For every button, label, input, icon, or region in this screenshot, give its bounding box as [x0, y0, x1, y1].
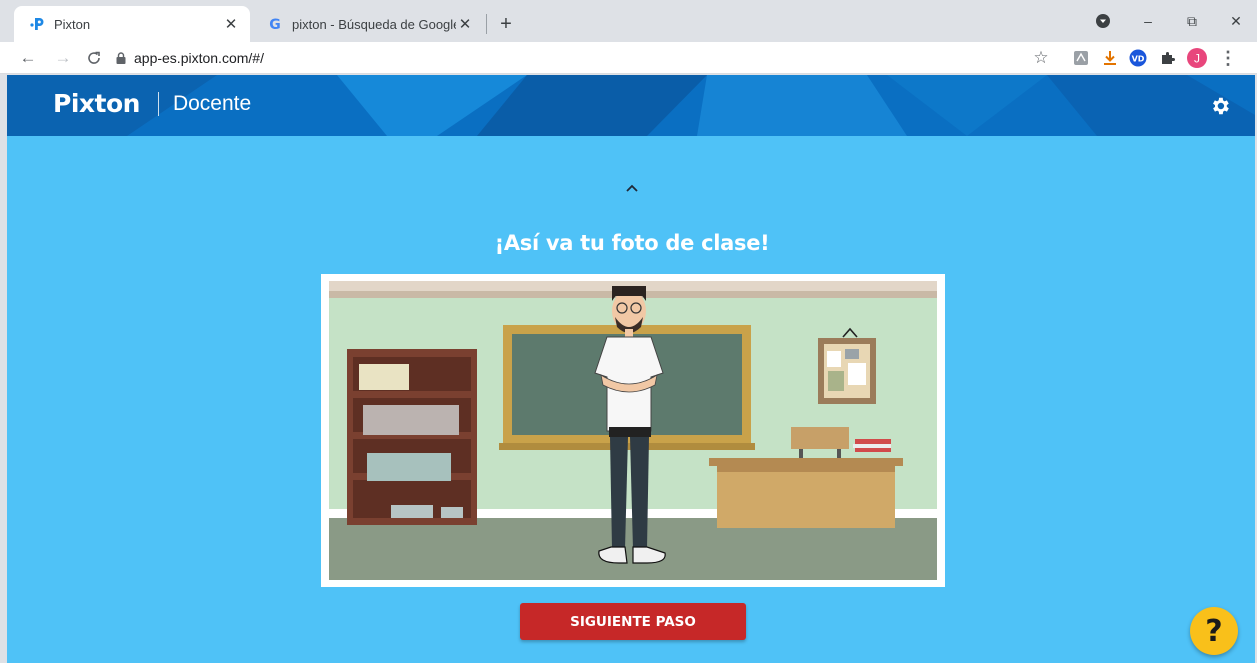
svg-text:G: G — [269, 17, 281, 32]
profile-menu-icon[interactable] — [1085, 8, 1121, 34]
next-step-button[interactable]: SIGUIENTE PASO — [520, 603, 746, 640]
brand-divider — [157, 91, 159, 116]
vd-extension-icon[interactable]: VD — [1127, 47, 1149, 69]
vd-extension-label: VD — [1132, 55, 1145, 64]
settings-gear-icon[interactable] — [1209, 95, 1231, 117]
help-button[interactable]: ? — [1190, 607, 1238, 655]
chevron-up-icon[interactable] — [622, 181, 642, 195]
restore-button[interactable]: ⧉ — [1174, 8, 1210, 34]
tab-title: pixton - Búsqueda de Google — [292, 16, 456, 32]
download-icon[interactable] — [1099, 47, 1121, 69]
profile-avatar[interactable]: J — [1186, 47, 1208, 69]
bookmark-star-icon[interactable]: ☆ — [1030, 47, 1052, 69]
tab-pixton[interactable]: Pixton ✕ — [14, 6, 250, 42]
extensions-puzzle-icon[interactable] — [1157, 47, 1179, 69]
pixton-logo: Pixton — [53, 89, 140, 118]
pdf-extension-icon[interactable] — [1070, 47, 1092, 69]
google-favicon-icon: G — [266, 15, 284, 33]
back-arrow-icon[interactable]: ← — [16, 46, 40, 70]
close-tab-icon[interactable]: ✕ — [456, 15, 474, 33]
browser-menu-icon[interactable]: ⋮ — [1217, 47, 1239, 69]
reload-icon[interactable] — [82, 46, 106, 70]
classroom-scene-image — [329, 281, 937, 580]
app-header: Pixton Docente — [7, 75, 1255, 136]
close-tab-icon[interactable]: ✕ — [222, 15, 240, 33]
page-title: ¡Así va tu foto de clase! — [494, 231, 770, 255]
forward-arrow-icon[interactable]: → — [51, 46, 75, 70]
tab-title: Pixton — [54, 16, 91, 32]
browser-toolbar: ← → app-es.pixton.com/#/ ☆ VD J ⋮ — [0, 42, 1257, 74]
minimize-button[interactable]: – — [1130, 8, 1166, 34]
profile-initial: J — [1194, 52, 1200, 66]
brand[interactable]: Pixton Docente — [53, 89, 251, 118]
tab-separator — [486, 14, 487, 34]
address-bar[interactable]: app-es.pixton.com/#/ — [116, 46, 1061, 70]
url-text: app-es.pixton.com/#/ — [134, 50, 264, 66]
browser-tab-strip: Pixton ✕ G pixton - Búsqueda de Google ✕… — [0, 0, 1257, 42]
lock-icon — [116, 52, 126, 64]
tab-google-search[interactable]: G pixton - Búsqueda de Google ✕ — [252, 6, 484, 42]
pixton-favicon-icon — [28, 15, 46, 33]
pixton-app: Pixton Docente ¡Así va tu foto de clase! — [7, 75, 1255, 663]
new-tab-button[interactable]: + — [494, 12, 518, 36]
close-window-button[interactable]: ✕ — [1218, 8, 1254, 34]
user-role-label: Docente — [172, 91, 252, 115]
class-photo — [321, 274, 945, 587]
